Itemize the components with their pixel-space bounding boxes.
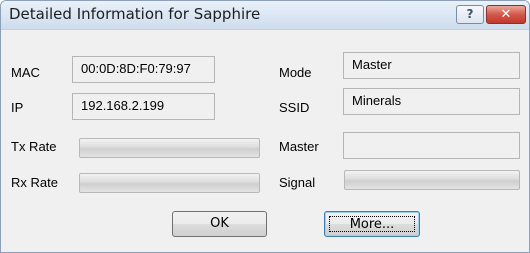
master-label: Master <box>279 139 319 154</box>
close-button[interactable]: ✕ <box>486 5 526 24</box>
rx-rate-label: Rx Rate <box>11 175 58 190</box>
ok-button[interactable]: OK <box>172 211 267 237</box>
ssid-field[interactable]: Minerals <box>343 88 520 115</box>
signal-label: Signal <box>279 175 316 190</box>
master-field[interactable] <box>343 132 520 159</box>
mode-field[interactable]: Master <box>343 52 520 79</box>
rx-rate-bar <box>79 173 260 193</box>
ip-field[interactable]: 192.168.2.199 <box>72 93 215 120</box>
mac-field[interactable]: 00:0D:8D:F0:79:97 <box>72 56 215 83</box>
detailed-information-dialog: Detailed Information for Sapphire ? ✕ MA… <box>0 0 530 253</box>
tx-rate-bar <box>79 138 260 158</box>
signal-bar <box>344 170 520 190</box>
ip-label: IP <box>11 100 24 115</box>
window-title: Detailed Information for Sapphire <box>9 5 261 23</box>
more-button[interactable]: More... <box>324 211 420 237</box>
dialog-body: MAC 00:0D:8D:F0:79:97 IP 192.168.2.199 T… <box>9 35 520 247</box>
help-button[interactable]: ? <box>456 5 484 24</box>
mode-label: Mode <box>279 65 312 80</box>
close-icon: ✕ <box>500 7 512 22</box>
tx-rate-label: Tx Rate <box>11 139 57 154</box>
ssid-label: SSID <box>279 100 310 115</box>
question-mark-icon: ? <box>466 7 474 21</box>
mac-label: MAC <box>11 65 40 80</box>
more-button-label: More... <box>329 216 415 232</box>
title-bar[interactable]: Detailed Information for Sapphire ? ✕ <box>1 1 529 30</box>
